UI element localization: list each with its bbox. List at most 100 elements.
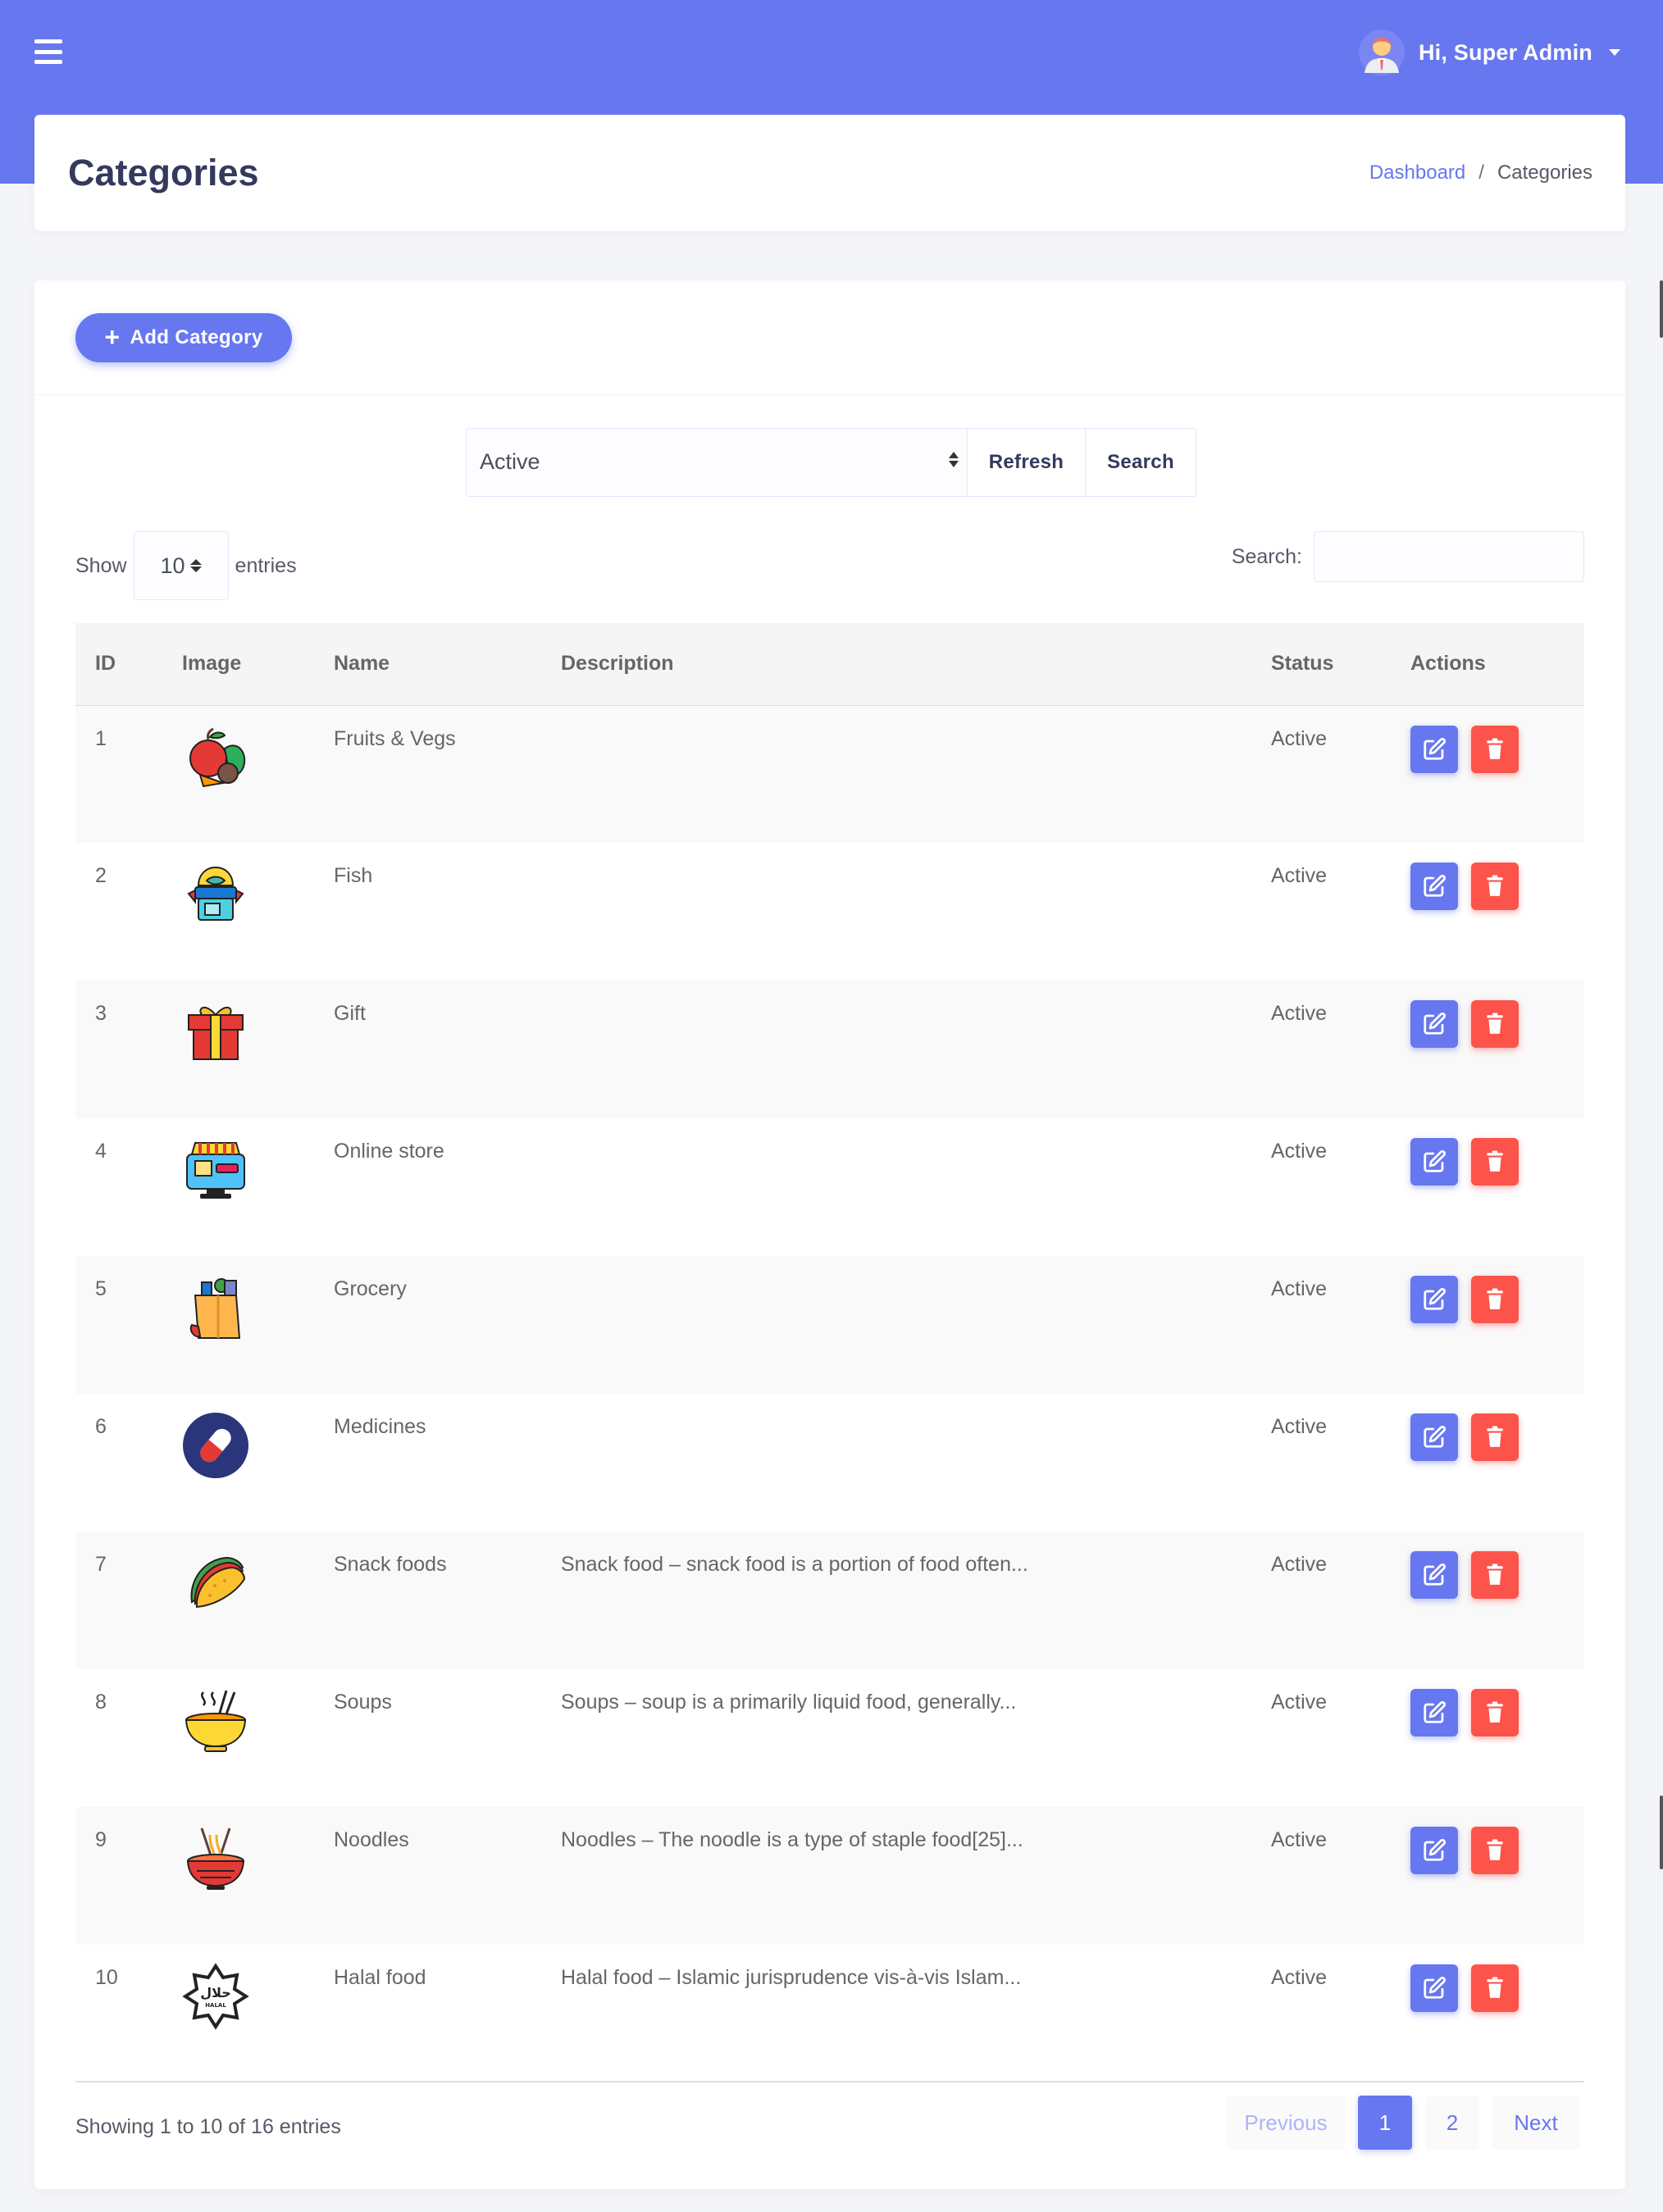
cell-id: 1 [95,726,107,750]
delete-button[interactable] [1471,725,1519,773]
sidebar-toggle-icon[interactable] [34,39,62,64]
cell-description [561,705,1271,843]
delete-button[interactable] [1471,1964,1519,2012]
chevron-down-icon [1609,49,1620,56]
cell-image [182,1394,334,1532]
pagination-page-2[interactable]: 2 [1425,2096,1479,2150]
cell-name: Medicines [334,1415,426,1438]
edit-button[interactable] [1410,1138,1458,1186]
pagination-page-1[interactable]: 1 [1358,2096,1412,2150]
cell-actions [1410,1118,1584,1256]
delete-button[interactable] [1471,1138,1519,1186]
table-search-label: Search: [1231,544,1302,568]
refresh-button[interactable]: Refresh [968,428,1086,497]
breadcrumb-dashboard-link[interactable]: Dashboard [1369,162,1465,184]
user-greeting: Hi, Super Admin [1418,39,1592,65]
cell-description: Snack food – snack food is a portion of … [561,1553,1028,1576]
pagination-next-button[interactable]: Next [1492,2096,1579,2150]
table-row: 4 Online store Active [75,1118,1584,1256]
delete-button[interactable] [1471,862,1519,910]
delete-button[interactable] [1471,1000,1519,1048]
edit-button[interactable] [1410,1964,1458,2012]
breadcrumb-current: Categories [1497,162,1592,184]
scrollbar-thumb[interactable] [1660,280,1663,338]
cell-actions [1410,1256,1584,1394]
cell-status: Active [1271,1828,1328,1851]
edit-button[interactable] [1410,862,1458,910]
cell-name: Grocery [334,1277,407,1300]
cell-status: Active [1271,1140,1328,1163]
pagination-previous-button[interactable]: Previous [1227,2096,1345,2150]
plus-icon: + [104,321,121,352]
cell-actions [1410,1669,1584,1807]
search-button[interactable]: Search [1086,428,1196,497]
table-row: 10 حلال HALAL Halal food Halal food – Islami… [75,1945,1584,2082]
trash-icon [1484,1150,1506,1173]
show-label: Show [75,553,127,577]
cell-actions [1410,705,1584,843]
gift-icon [182,999,334,1066]
table-row: 1 Fruits & Vegs Active [75,705,1584,843]
cell-name: Soups [334,1691,392,1714]
delete-button[interactable] [1471,1827,1519,1874]
add-category-button[interactable]: + Add Category [75,313,292,362]
edit-button[interactable] [1410,1689,1458,1736]
cell-image [182,705,334,843]
column-header-id[interactable]: ID [75,623,182,706]
table-info: Showing 1 to 10 of 16 entries [75,2115,341,2138]
trash-icon [1484,1288,1506,1311]
cell-id: 8 [95,1691,107,1714]
table-row: 3 Gift Active [75,981,1584,1118]
status-filter-select[interactable]: Active [466,428,968,497]
edit-icon [1422,1838,1447,1863]
edit-button[interactable] [1410,1551,1458,1599]
cell-status: Active [1271,1691,1328,1714]
user-menu-dropdown[interactable]: Hi, Super Admin [1358,30,1620,75]
cell-status: Active [1271,1002,1328,1025]
edit-icon [1422,1425,1447,1450]
page-length-select[interactable]: 10 [133,531,229,600]
pagination: Previous 1 2 Next [1227,2096,1579,2150]
noodle-bowl-icon [182,1825,334,1892]
trash-icon [1484,1701,1506,1724]
grocery-bag-icon [182,1274,334,1341]
trash-icon [1484,738,1506,761]
cell-id: 5 [95,1277,107,1300]
column-header-description[interactable]: Description [561,623,1271,706]
cell-status: Active [1271,1966,1328,1989]
edit-button[interactable] [1410,1413,1458,1461]
edit-button[interactable] [1410,725,1458,773]
column-header-status[interactable]: Status [1271,623,1410,706]
cell-name: Halal food [334,1966,426,1989]
edit-button[interactable] [1410,1827,1458,1874]
cell-image [182,981,334,1118]
column-header-name[interactable]: Name [334,623,561,706]
cell-id: 10 [95,1966,118,1989]
halal-badge-icon: حلال HALAL [182,1963,334,2030]
cell-status: Active [1271,864,1328,887]
column-header-actions: Actions [1410,623,1584,706]
cell-description [561,1256,1271,1394]
delete-button[interactable] [1471,1276,1519,1323]
table-row: 6 Medicines Active [75,1394,1584,1532]
cell-name: Gift [334,1002,366,1025]
edit-button[interactable] [1410,1000,1458,1048]
categories-card: + Add Category Active Refresh Search Sho… [34,280,1625,2189]
table-search-input[interactable] [1314,531,1584,582]
taco-icon [182,1550,334,1617]
delete-button[interactable] [1471,1689,1519,1736]
cell-image [182,843,334,981]
edit-button[interactable] [1410,1276,1458,1323]
cell-id: 2 [95,864,107,887]
select-arrows-icon [189,559,202,572]
trash-icon [1484,1563,1506,1586]
cell-name: Online store [334,1140,444,1163]
delete-button[interactable] [1471,1551,1519,1599]
delete-button[interactable] [1471,1413,1519,1461]
status-filter-value: Active [480,449,540,474]
column-header-image[interactable]: Image [182,623,334,706]
page-length-control: Show 10 entries [75,531,297,600]
fruits-vegs-icon [182,724,334,791]
svg-text:HALAL: HALAL [205,2002,226,2009]
scrollbar-thumb[interactable] [1660,1796,1663,1869]
